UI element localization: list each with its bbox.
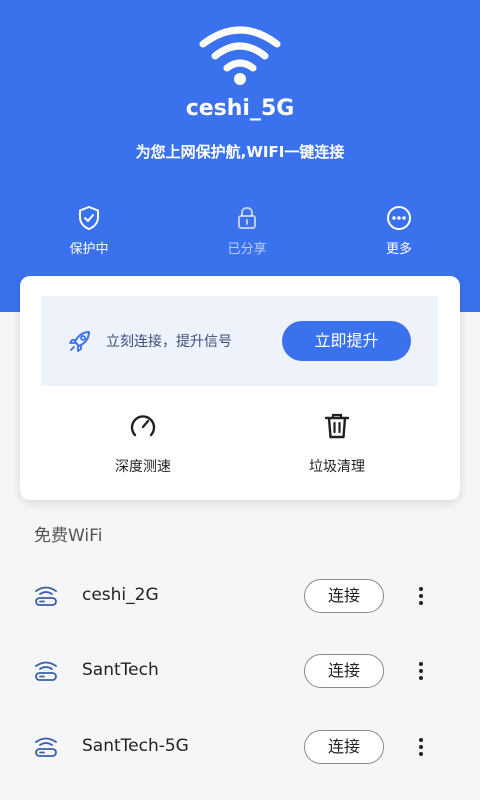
wifi-list-item[interactable]: ceshi_2G 连接	[0, 566, 480, 626]
boost-text: 立刻连接，提升信号	[106, 334, 232, 350]
trash-icon	[324, 413, 350, 439]
connect-button[interactable]: 连接	[304, 730, 384, 764]
more-circle-icon	[387, 206, 411, 230]
status-protecting[interactable]: 保护中	[29, 204, 149, 257]
more-vertical-icon[interactable]	[411, 656, 431, 686]
rocket-icon	[69, 331, 90, 352]
status-protecting-label: 保护中	[69, 242, 109, 257]
boost-panel: 立刻连接，提升信号 立即提升	[41, 296, 438, 386]
status-more-label: 更多	[385, 242, 412, 257]
connect-button[interactable]: 连接	[304, 579, 384, 613]
speed-test-label: 深度测速	[115, 459, 171, 475]
junk-clean-button[interactable]: 垃圾清理	[277, 410, 397, 476]
wifi-list-item[interactable]: SantTech 连接	[0, 641, 480, 701]
current-ssid: ceshi_5G	[185, 96, 295, 121]
network-name: SantTech-5G	[82, 736, 189, 756]
lock-icon	[238, 206, 256, 229]
status-more[interactable]: 更多	[339, 204, 459, 257]
tagline: 为您上网保护航,WIFI一键连接	[135, 143, 345, 161]
action-card: 立刻连接，提升信号 立即提升 深度测速 垃圾清理	[20, 276, 460, 500]
wifi-router-icon	[35, 586, 57, 606]
junk-clean-label: 垃圾清理	[309, 459, 365, 475]
status-shared-label: 已分享	[227, 242, 267, 257]
boost-now-button[interactable]: 立即提升	[282, 321, 411, 361]
network-name: ceshi_2G	[82, 585, 159, 605]
connect-button[interactable]: 连接	[304, 654, 384, 688]
wifi-icon	[199, 26, 281, 85]
speed-test-button[interactable]: 深度测速	[83, 410, 203, 476]
section-title: 免费WiFi	[34, 526, 103, 546]
wifi-router-icon	[35, 737, 57, 757]
network-name: SantTech	[82, 660, 159, 680]
speedometer-icon	[130, 415, 156, 437]
more-vertical-icon[interactable]	[411, 581, 431, 611]
header-banner: ceshi_5G 为您上网保护航,WIFI一键连接 保护中 已分享 更多	[0, 0, 480, 312]
more-vertical-icon[interactable]	[411, 732, 431, 762]
wifi-router-icon	[35, 661, 57, 681]
wifi-list-item[interactable]: SantTech-5G 连接	[0, 717, 480, 777]
shield-check-icon	[79, 206, 99, 230]
status-shared[interactable]: 已分享	[187, 204, 307, 257]
